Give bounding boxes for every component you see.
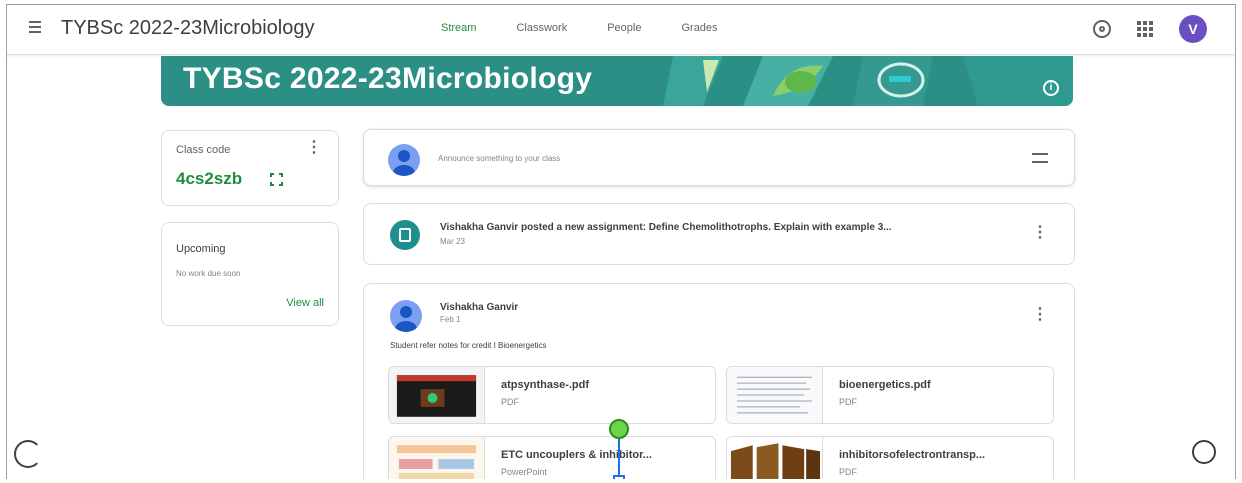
attachment-name: ETC uncouplers & inhibitor... [501, 449, 652, 461]
attachment-type: PowerPoint [501, 467, 548, 477]
stream-post: Vishakha Ganvir Feb 1 ⋮ Student refer no… [363, 283, 1075, 479]
attachment-name: inhibitorsofelectrontransp... [839, 449, 986, 461]
post-date: Feb 1 [440, 315, 461, 324]
pdf-thumbnail [727, 437, 823, 479]
assignment-date: Mar 23 [440, 237, 465, 246]
attachment-type: PDF [839, 397, 857, 407]
upcoming-card: Upcoming No work due soon View all [161, 222, 339, 326]
view-all-link[interactable]: View all [286, 297, 324, 309]
announce-box[interactable]: Announce something to your class [363, 129, 1075, 186]
upcoming-text: No work due soon [176, 269, 241, 278]
slides-thumbnail [389, 437, 485, 479]
header-actions: V [1093, 15, 1207, 43]
assignment-title[interactable]: Vishakha Ganvir posted a new assignment:… [440, 222, 892, 233]
tab-grades[interactable]: Grades [681, 22, 717, 34]
apps-grid-icon[interactable] [1137, 21, 1153, 37]
assignment-post[interactable]: Vishakha Ganvir posted a new assignment:… [363, 203, 1075, 265]
attachment-card[interactable]: ETC uncouplers & inhibitor... PowerPoint [388, 436, 716, 479]
class-banner: TYBSc 2022-23Microbiology i [161, 56, 1073, 106]
post-text: Student refer notes for credit I Bioener… [390, 341, 547, 350]
upcoming-label: Upcoming [176, 243, 226, 255]
attachment-card[interactable]: inhibitorsofelectrontransp... PDF [726, 436, 1054, 479]
tab-stream[interactable]: Stream [441, 22, 476, 34]
banner-illustration [663, 56, 1073, 106]
more-vert-icon[interactable]: ⋮ [1032, 225, 1048, 241]
classroom-window: TYBSc 2022-23Microbiology Stream Classwo… [6, 4, 1236, 479]
class-code-value: 4cs2szb [176, 169, 243, 188]
author-avatar [390, 300, 422, 332]
class-code-card: Class code ⋮ 4cs2szb [161, 130, 339, 206]
pointer-cursor-icon [609, 419, 629, 439]
pdf-thumbnail [389, 367, 485, 423]
tab-people[interactable]: People [607, 22, 641, 34]
attachment-type: PDF [839, 467, 857, 477]
attachment-card[interactable]: atpsynthase-.pdf PDF [388, 366, 716, 424]
refresh-icon[interactable] [14, 440, 42, 468]
tab-bar: Stream Classwork People Grades [441, 22, 758, 34]
cursor-handle-icon [613, 475, 625, 479]
attachment-name: bioenergetics.pdf [839, 379, 931, 391]
class-code-label: Class code [176, 144, 231, 156]
more-vert-icon[interactable]: ⋮ [306, 140, 322, 156]
assignment-icon [390, 220, 420, 250]
account-avatar[interactable]: V [1179, 15, 1207, 43]
banner-title: TYBSc 2022-23Microbiology [183, 62, 593, 95]
app-title[interactable]: TYBSc 2022-23Microbiology [61, 17, 314, 40]
circle-icon[interactable] [1192, 440, 1216, 464]
attachment-card[interactable]: bioenergetics.pdf PDF [726, 366, 1054, 424]
pdf-thumbnail [727, 367, 823, 423]
repost-icon[interactable] [1032, 150, 1048, 166]
menu-icon[interactable] [29, 21, 41, 33]
post-author: Vishakha Ganvir [440, 302, 519, 313]
announce-placeholder[interactable]: Announce something to your class [438, 154, 560, 163]
attachment-type: PDF [501, 397, 519, 407]
fullscreen-icon[interactable] [270, 173, 283, 186]
info-icon[interactable]: i [1043, 80, 1059, 96]
gear-icon[interactable] [1093, 20, 1111, 38]
user-avatar [388, 144, 420, 176]
top-bar: TYBSc 2022-23Microbiology Stream Classwo… [7, 5, 1235, 55]
attachment-name: atpsynthase-.pdf [501, 379, 590, 391]
more-vert-icon[interactable]: ⋮ [1032, 307, 1048, 323]
cursor-stem [618, 439, 620, 475]
tab-classwork[interactable]: Classwork [516, 22, 567, 34]
